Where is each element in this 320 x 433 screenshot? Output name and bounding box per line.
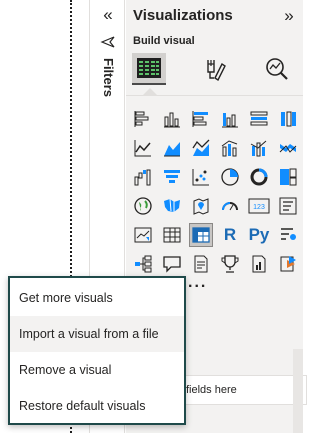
smart-narrative-tile[interactable] — [189, 252, 213, 276]
card-number-label: 123 — [253, 204, 265, 211]
menu-item-get-more-visuals[interactable]: Get more visuals — [10, 280, 184, 316]
azure-map-tile[interactable] — [189, 194, 213, 218]
speech-bubble-icon — [163, 256, 181, 273]
funnel-chart-icon — [164, 170, 180, 183]
multi-row-card-tile[interactable] — [276, 194, 300, 218]
active-tab-pointer — [143, 88, 157, 95]
filled-map-icon — [164, 198, 180, 212]
treemap-icon — [280, 168, 297, 186]
magnifier-chart-icon — [266, 58, 288, 80]
goals-tile[interactable] — [218, 252, 242, 276]
table-grid-icon — [137, 58, 161, 78]
qa-visual-tile[interactable] — [160, 252, 184, 276]
section-divider — [126, 95, 303, 96]
clustered-bar-chart-icon — [192, 111, 208, 127]
area-chart-tile[interactable] — [160, 136, 184, 160]
area-chart-icon — [164, 142, 180, 157]
table-icon — [163, 227, 181, 243]
scatter-chart-tile[interactable] — [189, 165, 213, 189]
100-stacked-bar-chart-icon — [250, 111, 268, 126]
map-pin-icon — [193, 198, 209, 215]
smart-narrative-icon — [194, 255, 208, 273]
clustered-bar-chart-tile[interactable] — [189, 107, 213, 131]
stacked-column-chart-tile[interactable] — [160, 107, 184, 131]
table-tile[interactable] — [160, 223, 184, 247]
card-tile[interactable]: 123 — [247, 194, 271, 218]
gauge-icon — [222, 202, 238, 211]
key-influencers-tile[interactable] — [276, 223, 300, 247]
card-icon: 123 — [248, 198, 270, 214]
stacked-area-chart-icon — [192, 139, 210, 156]
filled-map-tile[interactable] — [160, 194, 184, 218]
waterfall-chart-tile[interactable] — [131, 165, 155, 189]
python-visual-tile[interactable]: Py — [247, 223, 271, 247]
stacked-column-chart-icon — [164, 112, 180, 128]
field-well-placeholder: fields here — [186, 384, 237, 396]
line-chart-icon — [134, 140, 151, 157]
trophy-icon — [221, 255, 239, 273]
filters-pane-title[interactable]: Filters — [99, 58, 117, 108]
visuals-context-menu: Get more visuals Import a visual from a … — [8, 276, 186, 425]
analytics-tab[interactable] — [260, 53, 294, 85]
power-apps-tile[interactable] — [276, 252, 300, 276]
100-stacked-column-chart-icon — [281, 111, 296, 127]
100-stacked-column-chart-tile[interactable] — [276, 107, 300, 131]
paginated-report-icon — [252, 255, 266, 273]
donut-chart-tile[interactable] — [247, 165, 271, 189]
decomposition-tree-tile[interactable] — [131, 252, 155, 276]
visualizations-title: Visualizations — [133, 7, 233, 24]
collapse-visualizations-button[interactable]: » — [280, 7, 298, 25]
scatter-chart-icon — [192, 169, 209, 186]
more-visuals-button[interactable]: ... — [188, 275, 207, 291]
line-stacked-column-tile[interactable] — [247, 136, 271, 160]
line-clustered-column-icon — [221, 140, 238, 157]
paint-brush-icon — [207, 60, 226, 82]
menu-item-restore-default-visuals[interactable]: Restore default visuals — [10, 388, 184, 424]
power-apps-icon — [280, 256, 296, 272]
ribbon-chart-icon — [279, 144, 297, 153]
menu-item-import-visual-from-file[interactable]: Import a visual from a file — [10, 316, 184, 352]
donut-chart-icon — [250, 168, 268, 186]
matrix-icon — [192, 227, 210, 243]
menu-item-remove-visual[interactable]: Remove a visual — [10, 352, 184, 388]
map-tile[interactable] — [131, 194, 155, 218]
gauge-tile[interactable] — [218, 194, 242, 218]
stacked-bar-chart-icon — [134, 111, 149, 127]
key-influencers-icon — [281, 228, 296, 240]
decomposition-tree-icon — [135, 255, 152, 273]
pane-scrollbar[interactable] — [293, 349, 303, 433]
line-stacked-column-icon — [250, 140, 267, 157]
paginated-report-tile[interactable] — [247, 252, 271, 276]
build-visual-tab[interactable] — [132, 53, 166, 85]
build-visual-label: Build visual — [133, 35, 195, 47]
globe-icon — [134, 197, 152, 215]
pie-chart-tile[interactable] — [218, 165, 242, 189]
r-visual-label: R — [223, 225, 237, 244]
line-chart-tile[interactable] — [131, 136, 155, 160]
matrix-tile[interactable] — [189, 223, 213, 247]
stacked-area-chart-tile[interactable] — [189, 136, 213, 160]
100-stacked-bar-chart-tile[interactable] — [247, 107, 271, 131]
visual-gallery: 123 R Py — [131, 107, 301, 277]
kpi-tile[interactable] — [131, 223, 155, 247]
pie-chart-icon — [221, 168, 239, 186]
kpi-icon — [134, 227, 152, 243]
clustered-column-chart-tile[interactable] — [218, 107, 242, 131]
waterfall-chart-icon — [134, 169, 151, 186]
stacked-bar-chart-tile[interactable] — [131, 107, 155, 131]
filter-icon — [100, 36, 115, 48]
funnel-chart-tile[interactable] — [160, 165, 184, 189]
expand-filters-button[interactable]: « — [98, 6, 118, 24]
format-visual-tab[interactable] — [198, 53, 232, 85]
python-visual-label: Py — [248, 225, 270, 244]
r-script-visual-tile[interactable]: R — [218, 223, 242, 247]
line-clustered-column-tile[interactable] — [218, 136, 242, 160]
treemap-tile[interactable] — [276, 165, 300, 189]
ribbon-chart-tile[interactable] — [276, 136, 300, 160]
multi-row-card-icon — [279, 197, 297, 215]
clustered-column-chart-icon — [222, 113, 238, 128]
